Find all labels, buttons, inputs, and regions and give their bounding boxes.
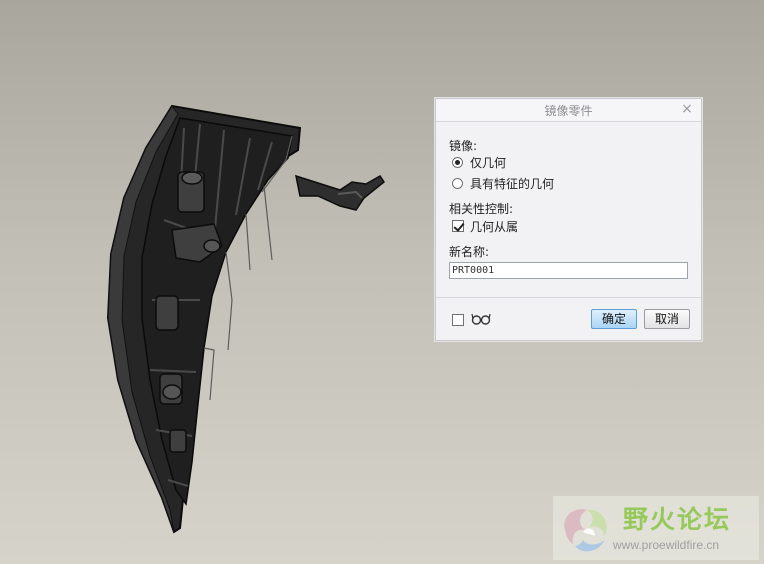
new-name-label: 新名称: bbox=[449, 245, 490, 259]
radio-button-selected[interactable] bbox=[452, 156, 463, 168]
radio-geometry-with-features-label: 具有特征的几何 bbox=[470, 176, 555, 191]
mirror-label: 镜像: bbox=[449, 139, 478, 153]
forum-watermark: 野火论坛 www.proewildfire.cn bbox=[553, 496, 759, 560]
preview-checkbox[interactable] bbox=[452, 314, 464, 326]
watermark-url: www.proewildfire.cn bbox=[613, 538, 720, 552]
radio-geometry-with-features[interactable]: 具有特征的几何 bbox=[452, 175, 554, 191]
new-name-input[interactable]: PRT0001 bbox=[449, 262, 688, 279]
radio-geometry-only[interactable]: 仅几何 bbox=[452, 154, 506, 170]
ok-button[interactable]: 确定 bbox=[591, 309, 637, 329]
watermark-title: 野火论坛 bbox=[623, 505, 732, 534]
radio-geometry-only-label: 仅几何 bbox=[470, 155, 507, 170]
dialog-title: 镜像零件 bbox=[544, 104, 593, 118]
close-icon[interactable]: × bbox=[680, 101, 694, 117]
dialog-separator bbox=[436, 297, 701, 298]
dependency-control-label: 相关性控制: bbox=[449, 202, 514, 216]
mirror-part-dialog: 镜像零件 × 镜像: 仅几何 具有特征的几何 相关性控制: 几何从属 新名称: … bbox=[435, 98, 702, 341]
geometry-dependent-checkbox-row[interactable]: 几何从属 bbox=[452, 218, 518, 234]
geometry-dependent-checkbox[interactable] bbox=[452, 220, 464, 232]
radio-button[interactable] bbox=[452, 177, 463, 189]
glasses-icon[interactable] bbox=[471, 311, 491, 327]
dialog-titlebar[interactable]: 镜像零件 × bbox=[436, 99, 701, 122]
cancel-button[interactable]: 取消 bbox=[644, 309, 690, 329]
geometry-dependent-label: 几何从属 bbox=[470, 219, 519, 234]
flame-logo-icon bbox=[564, 509, 607, 552]
